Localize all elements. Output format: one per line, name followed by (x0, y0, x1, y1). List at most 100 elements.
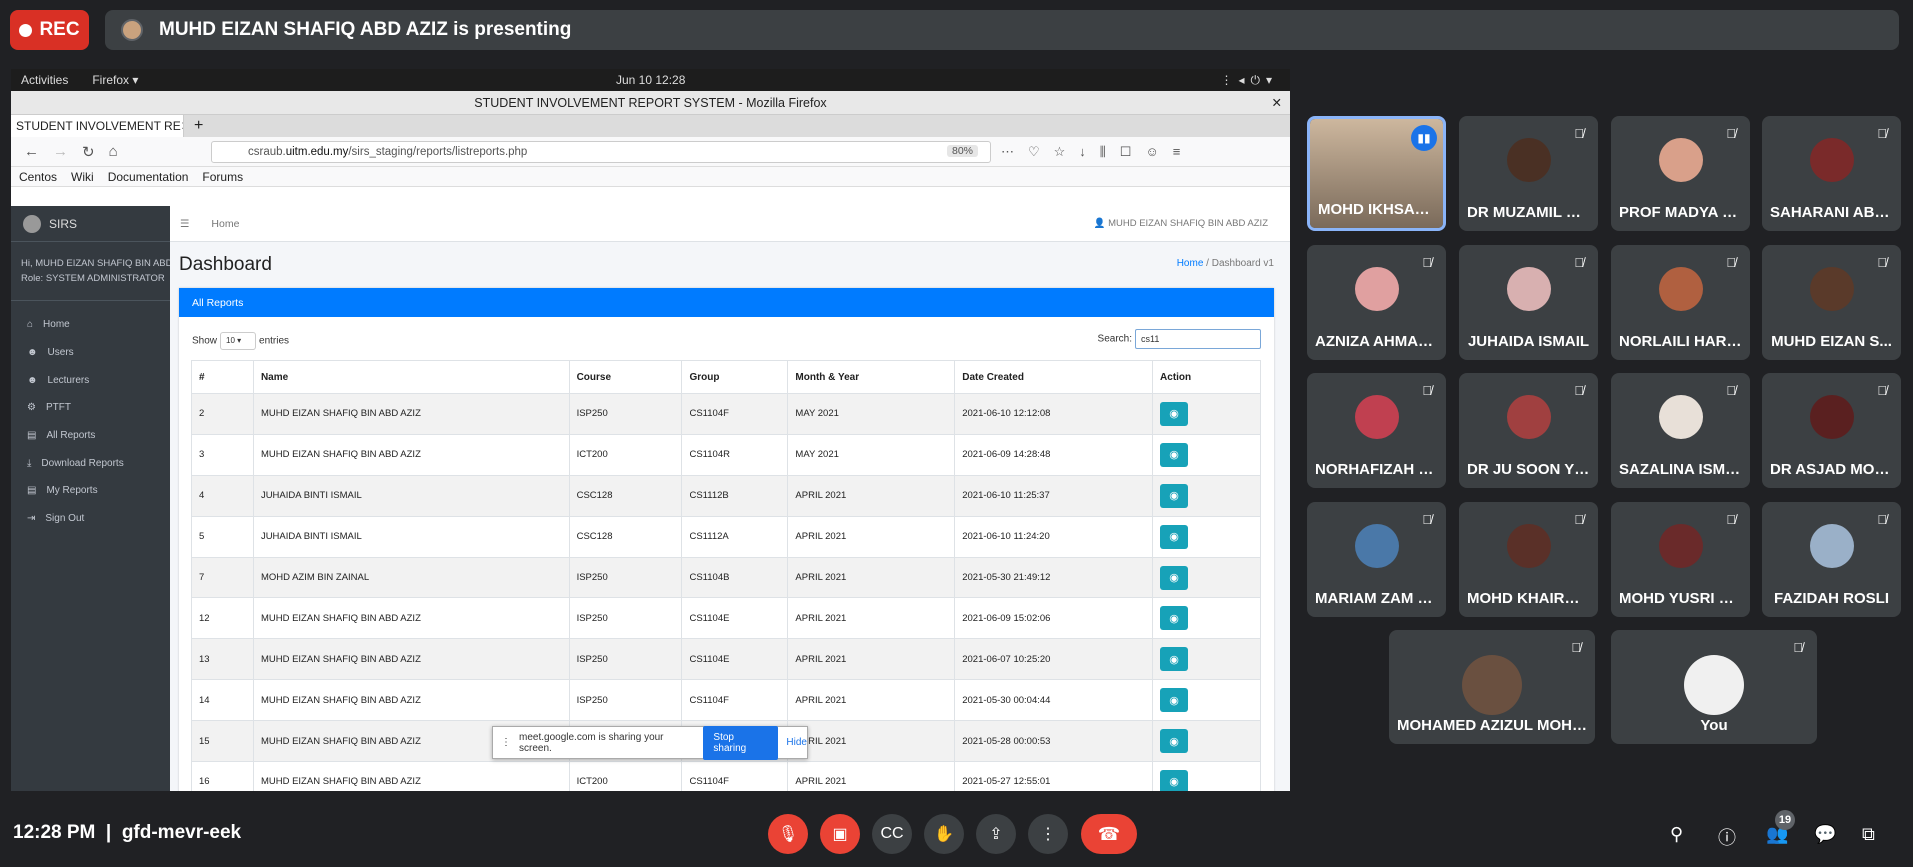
participant-name: MOHAMED AZIZUL MOHA... (1397, 717, 1587, 734)
participant-tile[interactable]: 🎙̸ JUHAIDA ISMAIL (1459, 244, 1598, 360)
entries-control: Show 10 ▾ entries (192, 332, 289, 350)
drag-handle-icon[interactable]: ⋮ (501, 737, 511, 748)
column-header[interactable]: Name (252, 360, 570, 394)
participant-name: MOHD IKHSAN ... (1318, 201, 1435, 218)
column-header[interactable]: Date Created (954, 360, 1154, 394)
participant-tile[interactable]: 🎙̸ DR MUZAMIL M... (1459, 116, 1598, 231)
toolbar-icons[interactable]: ⋯♡☆↓⫼☐☺≡ (1001, 144, 1194, 160)
participant-tile[interactable]: 🎙̸ SAZALINA ISMA... (1611, 373, 1750, 488)
ptft-icon: ⚙ (27, 402, 36, 414)
sidebar-item-my-reports[interactable]: ▤ My Reports (11, 477, 170, 505)
participant-tile[interactable]: 🎙̸ SAHARANI ABD... (1762, 116, 1901, 231)
back-icon[interactable]: ← (24, 143, 39, 160)
meeting-details-icon[interactable]: ⓘ (1718, 824, 1736, 850)
table-cell: ISP250 (568, 597, 683, 640)
more-options-button[interactable]: ⋮ (1028, 814, 1068, 854)
bookmark-forums[interactable]: Forums (202, 170, 243, 184)
column-header[interactable]: Month & Year (787, 360, 956, 394)
gnome-clock[interactable]: Jun 10 12:28 (616, 73, 685, 87)
table-cell: 2021-06-10 12:12:08 (954, 393, 1154, 435)
stop-sharing-button[interactable]: Stop sharing (703, 725, 779, 760)
view-report-eye-icon[interactable]: ◉ (1160, 688, 1189, 713)
sidebar-item-download-reports[interactable]: ⤓ Download Reports (11, 449, 170, 477)
view-report-eye-icon[interactable]: ◉ (1160, 524, 1189, 549)
sidebar-item-users[interactable]: ☻ Users (11, 339, 170, 367)
view-report-eye-icon[interactable]: ◉ (1160, 565, 1189, 590)
menu-toggle-icon[interactable]: ☰ (180, 218, 189, 230)
presenter-avatar (121, 19, 143, 41)
breadcrumb-home[interactable]: Home (1177, 258, 1204, 269)
participant-tile[interactable]: 🎙̸ You (1611, 630, 1817, 744)
brand[interactable]: SIRS (11, 206, 170, 242)
reload-icon[interactable]: ↻ (82, 143, 95, 161)
avatar (1658, 266, 1703, 311)
firefox-app-menu[interactable]: Firefox ▾ (92, 73, 138, 87)
view-report-eye-icon[interactable]: ◉ (1160, 647, 1189, 672)
sidebar-item-ptft[interactable]: ⚙ PTFT (11, 394, 170, 422)
view-report-eye-icon[interactable]: ◉ (1160, 769, 1189, 791)
activities-button[interactable]: Activities (21, 73, 68, 87)
participant-tile[interactable]: 🎙̸ FAZIDAH ROSLI (1762, 501, 1901, 617)
participant-tile[interactable]: 🎙̸ AZNIZA AHMAD... (1307, 244, 1446, 360)
participant-tile[interactable]: 🎙̸ MOHD YUSRI M... (1611, 501, 1750, 617)
captions-button[interactable]: CC (872, 814, 912, 854)
chat-icon[interactable]: 💬 (1814, 824, 1836, 845)
participant-name: SAHARANI ABD... (1770, 204, 1893, 221)
zoom-level[interactable]: 80% (946, 145, 978, 157)
sidebar-item-sign-out[interactable]: ⇥ Sign Out (11, 505, 170, 533)
sidebar-item-all-reports[interactable]: ▤ All Reports (11, 422, 170, 450)
topnav-user[interactable]: 👤 MUHD EIZAN SHAFIQ BIN ABD AZIZ (1094, 218, 1268, 229)
home-icon[interactable]: ⌂ (109, 143, 118, 160)
hide-button[interactable]: Hide (786, 737, 807, 748)
table-cell: APRIL 2021 (787, 597, 956, 640)
participant-tile[interactable]: 🎙̸ MOHAMED AZIZUL MOHA... (1389, 630, 1595, 744)
participant-tile[interactable]: 🎙̸ NORLAILI HARUN (1611, 244, 1750, 360)
column-header[interactable]: # (191, 360, 254, 394)
new-tab-icon[interactable]: + (184, 115, 213, 137)
present-button[interactable]: ⇪ (976, 814, 1016, 854)
participant-tile[interactable]: 🎙̸ DR ASJAD MOH... (1762, 373, 1901, 488)
url-bar[interactable]: csraub.uitm.edu.my/sirs_staging/reports/… (211, 141, 991, 163)
camera-off-button[interactable]: ▣ (820, 814, 860, 854)
bookmark-centos[interactable]: Centos (19, 170, 57, 184)
bookmark-documentation[interactable]: Documentation (108, 170, 189, 184)
bookmark-wiki[interactable]: Wiki (71, 170, 94, 184)
entries-select[interactable]: 10 ▾ (220, 332, 257, 350)
brand-text: SIRS (49, 216, 78, 231)
sidebar-item-lecturers[interactable]: ☻ Lecturers (11, 366, 170, 394)
search-input[interactable]: cs11 (1135, 329, 1261, 349)
table-cell: 14 (191, 679, 254, 722)
system-tray-icons[interactable]: ⋮◂⏻▾ (1220, 73, 1278, 88)
host-controls-icon[interactable]: ⚲ (1670, 824, 1683, 845)
sidebar-item-home[interactable]: ⌂ Home (11, 311, 170, 339)
view-report-eye-icon[interactable]: ◉ (1160, 606, 1189, 631)
view-report-eye-icon[interactable]: ◉ (1160, 401, 1189, 426)
forward-icon[interactable]: → (53, 143, 68, 160)
participant-tile[interactable]: 🎙̸ MARIAM ZAM Z... (1307, 501, 1446, 617)
view-report-eye-icon[interactable]: ◉ (1160, 442, 1189, 467)
column-header[interactable]: Action (1152, 360, 1261, 394)
column-header[interactable]: Course (568, 360, 683, 394)
participant-tile[interactable]: 🎙̸ MOHD KHAIRUL... (1459, 501, 1598, 617)
participant-tile[interactable]: 🎙̸ PROF MADYA D... (1611, 116, 1750, 231)
presenting-text: MUHD EIZAN SHAFIQ ABD AZIZ is presenting (159, 19, 572, 40)
mic-off-button[interactable]: 🎙 (768, 814, 808, 854)
participant-name: DR MUZAMIL M... (1467, 204, 1590, 221)
activities-icon[interactable]: ⧉ (1862, 824, 1875, 845)
browser-tab[interactable]: STUDENT INVOLVEMENT RE✕ (11, 115, 184, 137)
raise-hand-button[interactable]: ✋ (924, 814, 964, 854)
view-report-eye-icon[interactable]: ◉ (1160, 483, 1189, 508)
participant-tile[interactable]: 🎙̸ MUHD EIZAN S... (1762, 244, 1901, 360)
lecturers-icon: ☻ (27, 374, 38, 386)
avatar (1809, 395, 1854, 439)
topnav-home-link[interactable]: Home (211, 218, 239, 230)
end-call-button[interactable]: ☎ (1081, 814, 1137, 854)
view-report-eye-icon[interactable]: ◉ (1160, 729, 1189, 754)
window-close-icon[interactable]: ✕ (1272, 91, 1282, 115)
column-header[interactable]: Group (681, 360, 789, 394)
participant-tile[interactable]: ▮▮ MOHD IKHSAN ... (1307, 116, 1446, 231)
participant-tile[interactable]: 🎙̸ NORHAFIZAH R... (1307, 373, 1446, 488)
table-cell: 2021-06-10 11:25:37 (954, 474, 1154, 517)
participant-tile[interactable]: 🎙̸ DR JU SOON YE... (1459, 373, 1598, 488)
action-cell: ◉ (1152, 556, 1261, 599)
